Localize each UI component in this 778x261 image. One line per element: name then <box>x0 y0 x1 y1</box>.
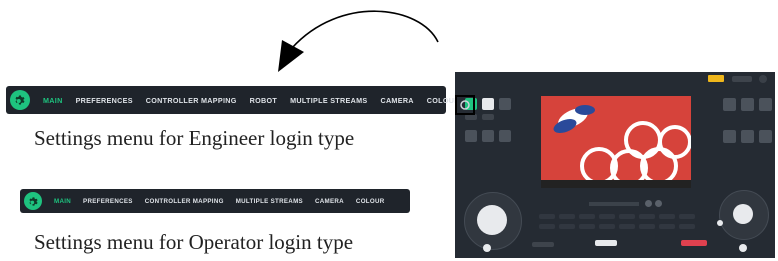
preset-slot[interactable] <box>539 214 555 219</box>
preset-slot[interactable] <box>599 224 615 229</box>
settings-gear-button[interactable] <box>10 90 30 110</box>
preset-slot[interactable] <box>579 214 595 219</box>
edit-preset-button[interactable] <box>655 200 662 207</box>
zoom-knob-left[interactable] <box>483 244 491 252</box>
menu-item-camera[interactable]: CAMERA <box>315 198 344 205</box>
left-button-5[interactable] <box>482 130 494 142</box>
menu-item-multiple-streams[interactable]: MULTIPLE STREAMS <box>290 96 367 105</box>
menu-item-camera[interactable]: CAMERA <box>380 96 413 105</box>
preset-slot[interactable] <box>679 214 695 219</box>
menu-item-controller-mapping[interactable]: CONTROLLER MAPPING <box>145 198 224 205</box>
preset-slot[interactable] <box>619 214 635 219</box>
app-main-screen <box>455 72 775 258</box>
engineer-settings-menu: MAIN PREFERENCES CONTROLLER MAPPING ROBO… <box>6 86 459 114</box>
settings-gear-button[interactable] <box>24 192 42 210</box>
olympic-rings-image <box>541 96 691 188</box>
preset-slot[interactable] <box>559 214 575 219</box>
right-button-2[interactable] <box>741 98 754 111</box>
video-feed[interactable] <box>541 96 691 188</box>
record-button[interactable] <box>681 240 707 246</box>
preset-slot[interactable] <box>599 214 615 219</box>
preset-slot[interactable] <box>659 214 675 219</box>
preset-label <box>589 202 639 206</box>
camera-button-2[interactable] <box>482 98 494 110</box>
left-button-6[interactable] <box>499 130 511 142</box>
gear-icon <box>460 100 470 110</box>
preset-slot[interactable] <box>679 224 695 229</box>
right-button-3[interactable] <box>759 98 772 111</box>
left-pill-2[interactable] <box>482 114 494 120</box>
left-button-4[interactable] <box>465 130 477 142</box>
menu-item-controller-mapping[interactable]: CONTROLLER MAPPING <box>146 96 237 105</box>
snapshot-button[interactable] <box>733 204 753 224</box>
menu-item-colour[interactable]: COLOUR <box>356 198 385 205</box>
gear-icon <box>28 196 38 206</box>
preset-slot[interactable] <box>619 224 635 229</box>
operator-caption: Settings menu for Operator login type <box>34 230 354 254</box>
video-controls-bar[interactable] <box>541 180 691 188</box>
right-button-5[interactable] <box>741 130 754 143</box>
preset-slot[interactable] <box>559 224 575 229</box>
gear-icon <box>15 95 25 105</box>
right-button-6[interactable] <box>759 130 772 143</box>
menu-item-robot[interactable]: ROBOT <box>250 96 277 105</box>
preset-slot[interactable] <box>659 224 675 229</box>
right-button-4[interactable] <box>723 130 736 143</box>
preset-slot[interactable] <box>539 224 555 229</box>
engineer-caption: Settings menu for Engineer login type <box>34 126 355 150</box>
focus-knob-right[interactable] <box>739 244 747 252</box>
top-right-icon[interactable] <box>759 75 767 83</box>
preset-slot[interactable] <box>579 224 595 229</box>
menu-item-preferences[interactable]: PREFERENCES <box>76 96 133 105</box>
left-bottom-pill[interactable] <box>532 242 554 247</box>
menu-item-main[interactable]: MAIN <box>54 198 71 205</box>
menu-item-multiple-streams[interactable]: MULTIPLE STREAMS <box>236 198 303 205</box>
menu-item-preferences[interactable]: PREFERENCES <box>83 198 133 205</box>
menu-item-main[interactable]: MAIN <box>43 96 63 105</box>
right-button-1[interactable] <box>723 98 736 111</box>
side-knob-left[interactable] <box>717 220 723 226</box>
operator-settings-menu: MAIN PREFERENCES CONTROLLER MAPPING MULT… <box>20 189 410 213</box>
bottom-toggle[interactable] <box>595 240 617 246</box>
top-right-control[interactable] <box>732 76 752 82</box>
add-preset-button[interactable] <box>645 200 652 207</box>
preset-slot[interactable] <box>639 214 655 219</box>
settings-icon-highlight <box>455 95 475 115</box>
status-tag <box>708 75 724 82</box>
joystick-knob[interactable] <box>477 205 507 235</box>
camera-button-3[interactable] <box>499 98 511 110</box>
preset-slot[interactable] <box>639 224 655 229</box>
